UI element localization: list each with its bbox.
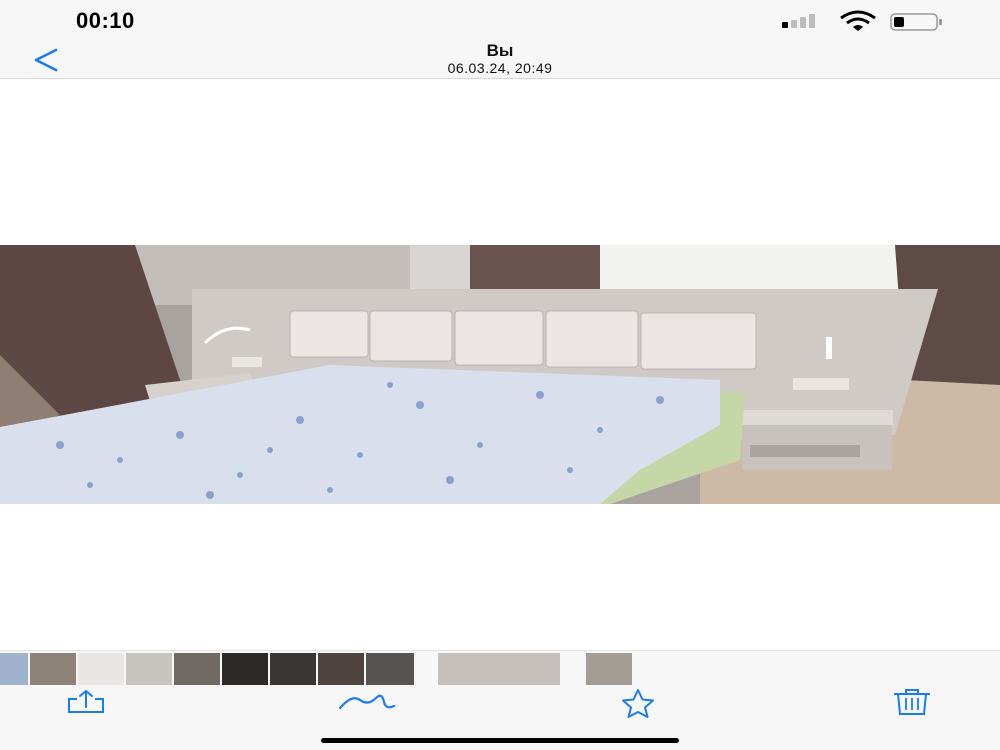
trash-icon <box>894 689 930 715</box>
navigation-bar: Вы 06.03.24, 20:49 <box>0 40 1000 79</box>
status-icons <box>782 10 962 31</box>
delete-button[interactable] <box>888 688 936 718</box>
thumbnail[interactable] <box>0 653 28 685</box>
thumbnail[interactable] <box>174 653 220 685</box>
conversation-title: Вы <box>486 41 514 60</box>
photo-timestamp: 06.03.24, 20:49 <box>447 60 553 76</box>
cellular-signal-icon <box>782 14 815 28</box>
thumbnail[interactable] <box>270 653 316 685</box>
thumbnail[interactable] <box>78 653 124 685</box>
thumbnail[interactable] <box>366 653 414 685</box>
home-indicator <box>321 738 679 743</box>
battery-icon <box>890 13 942 31</box>
thumbnail[interactable] <box>222 653 268 685</box>
share-icon <box>68 689 104 713</box>
thumbnail-selected[interactable] <box>438 653 560 685</box>
bedroom-bed-photo[interactable] <box>0 245 1000 504</box>
status-bar: 00:10 <box>0 0 1000 40</box>
star-icon <box>622 689 654 718</box>
favorite-button[interactable] <box>608 688 668 718</box>
thumbnail[interactable] <box>126 653 172 685</box>
markup-icon <box>338 694 396 710</box>
thumbnail[interactable] <box>318 653 364 685</box>
wifi-icon <box>840 10 876 31</box>
photo-viewer[interactable] <box>0 79 1000 649</box>
status-time: 00:10 <box>76 8 135 33</box>
thumbnail[interactable] <box>30 653 76 685</box>
share-button[interactable] <box>63 688 111 718</box>
markup-button[interactable] <box>338 688 398 718</box>
thumbnail[interactable] <box>586 653 632 685</box>
thumbnail-strip[interactable] <box>0 650 1000 689</box>
